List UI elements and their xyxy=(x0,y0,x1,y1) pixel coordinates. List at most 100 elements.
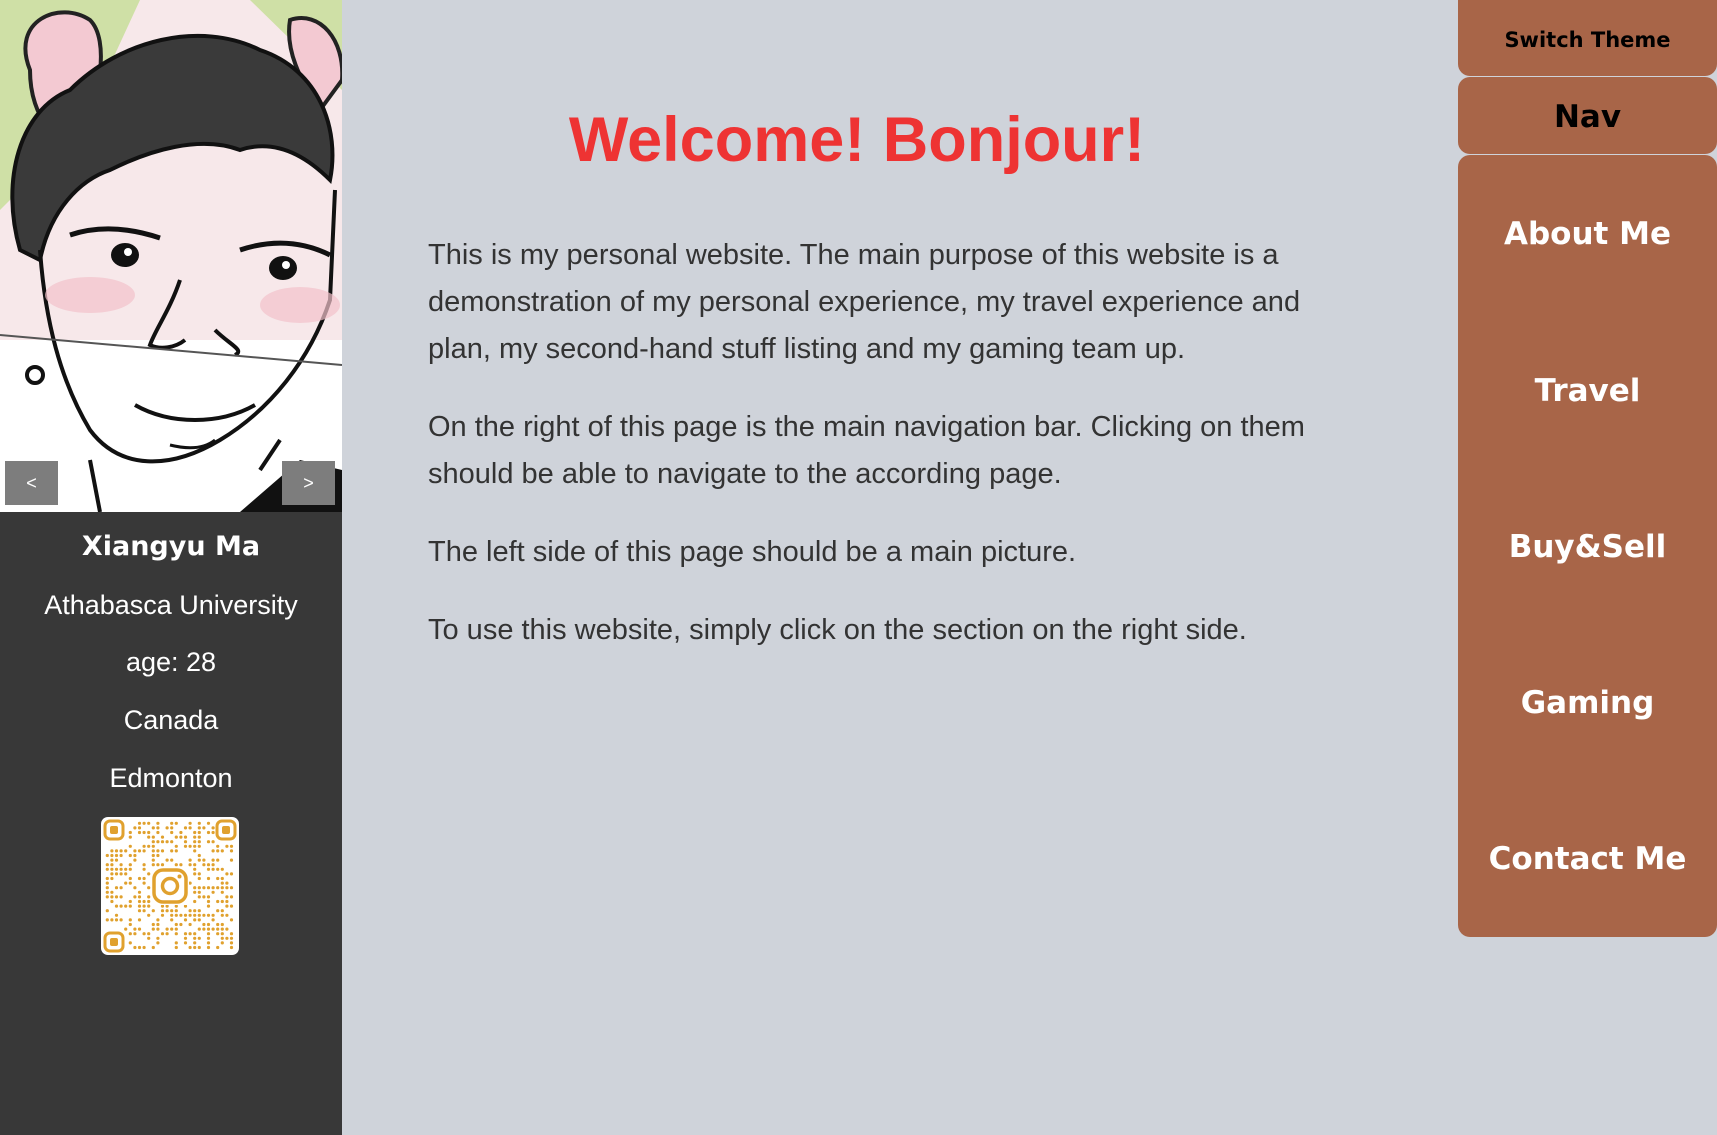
qr-dot xyxy=(128,853,132,858)
qr-dot xyxy=(160,932,165,936)
qr-dot xyxy=(142,945,146,950)
qr-dot xyxy=(220,886,224,890)
qr-dot xyxy=(142,904,146,908)
qr-dot xyxy=(105,895,109,899)
qr-dot xyxy=(133,932,137,936)
qr-dot xyxy=(216,867,220,871)
profile-sidebar: < > Xiangyu Ma Athabasca University age:… xyxy=(0,0,342,1135)
qr-dot xyxy=(105,867,109,871)
qr-dot xyxy=(202,895,206,899)
qr-dot xyxy=(147,872,151,876)
qr-dot xyxy=(110,872,114,876)
qr-dot xyxy=(193,844,197,848)
qr-dot xyxy=(124,927,128,931)
carousel-prev-button[interactable]: < xyxy=(5,461,58,505)
qr-dot xyxy=(183,913,188,917)
qr-dot xyxy=(137,909,142,913)
qr-dot xyxy=(142,876,146,881)
qr-dot xyxy=(211,830,215,835)
qr-dot xyxy=(147,844,151,848)
qr-dot xyxy=(193,872,197,876)
qr-dot xyxy=(128,941,132,945)
qr-dot xyxy=(229,918,234,922)
qr-dot xyxy=(137,904,142,908)
qr-dot xyxy=(137,826,142,830)
qr-dot xyxy=(119,904,123,908)
nav-item-about-me[interactable]: About Me xyxy=(1458,214,1717,254)
qr-dot xyxy=(211,913,215,917)
qr-dot xyxy=(225,881,229,885)
qr-dot xyxy=(229,858,234,862)
qr-dot xyxy=(193,936,197,940)
qr-dot xyxy=(151,909,155,913)
qr-dot xyxy=(197,945,201,950)
qr-dot xyxy=(142,849,146,853)
qr-dot xyxy=(128,922,132,927)
switch-theme-button[interactable]: Switch Theme xyxy=(1458,0,1717,76)
qr-dot xyxy=(147,936,151,940)
qr-dot xyxy=(211,863,215,867)
qr-dot xyxy=(197,927,201,931)
qr-dot xyxy=(197,858,201,862)
qr-dot xyxy=(137,899,142,904)
qr-dot xyxy=(156,830,160,835)
qr-dot xyxy=(229,945,234,950)
qr-dot xyxy=(193,941,197,945)
qr-dot xyxy=(225,913,229,917)
qr-dot xyxy=(114,853,119,858)
qr-dot xyxy=(160,909,165,913)
qr-dot xyxy=(193,932,197,936)
qr-dot xyxy=(202,927,206,931)
qr-dot xyxy=(206,895,211,899)
qr-dot xyxy=(197,890,201,894)
nav-item-buy-sell[interactable]: Buy&Sell xyxy=(1458,527,1717,567)
qr-dot xyxy=(151,922,155,927)
qr-dot xyxy=(142,881,146,885)
qr-dot xyxy=(216,844,220,848)
qr-dot xyxy=(188,844,192,848)
qr-dot xyxy=(229,872,234,876)
qr-dot xyxy=(193,945,197,950)
qr-dot xyxy=(197,830,201,835)
qr-dot xyxy=(170,840,174,844)
qr-dot xyxy=(156,941,160,945)
qr-dot xyxy=(133,927,137,931)
instagram-qr-code[interactable] xyxy=(101,817,239,955)
qr-dot xyxy=(220,867,224,871)
qr-dot xyxy=(156,840,160,844)
nav-item-contact-me[interactable]: Contact Me xyxy=(1458,839,1717,879)
qr-dot xyxy=(119,849,123,853)
nav-item-travel[interactable]: Travel xyxy=(1458,371,1717,411)
qr-dot xyxy=(197,876,201,881)
qr-dot xyxy=(114,886,119,890)
main-navigation: About Me Travel Buy&Sell Gaming Contact … xyxy=(1458,155,1717,937)
qr-dot xyxy=(124,904,128,908)
qr-dot xyxy=(216,899,220,904)
qr-dot xyxy=(174,844,178,848)
qr-dot xyxy=(216,922,220,927)
qr-dot xyxy=(114,895,119,899)
qr-dot xyxy=(220,936,224,940)
qr-dot xyxy=(151,863,155,867)
qr-dot xyxy=(206,936,211,940)
qr-dot xyxy=(156,863,160,867)
qr-dot xyxy=(128,867,132,871)
qr-dot xyxy=(206,821,211,825)
qr-dot xyxy=(110,849,114,853)
qr-dot xyxy=(206,945,211,950)
qr-dot xyxy=(206,899,211,904)
qr-dot xyxy=(174,922,178,927)
carousel-next-button[interactable]: > xyxy=(282,461,335,505)
qr-dot xyxy=(151,853,155,858)
qr-dot xyxy=(110,895,114,899)
qr-dot xyxy=(193,899,197,904)
qr-dot xyxy=(220,941,224,945)
qr-dot xyxy=(156,826,160,830)
qr-dot xyxy=(211,826,215,830)
nav-item-gaming[interactable]: Gaming xyxy=(1458,683,1717,723)
qr-dot xyxy=(133,945,137,950)
qr-dot xyxy=(142,863,146,867)
qr-dot xyxy=(229,936,234,940)
qr-dot xyxy=(128,904,132,908)
qr-dot xyxy=(174,913,178,917)
